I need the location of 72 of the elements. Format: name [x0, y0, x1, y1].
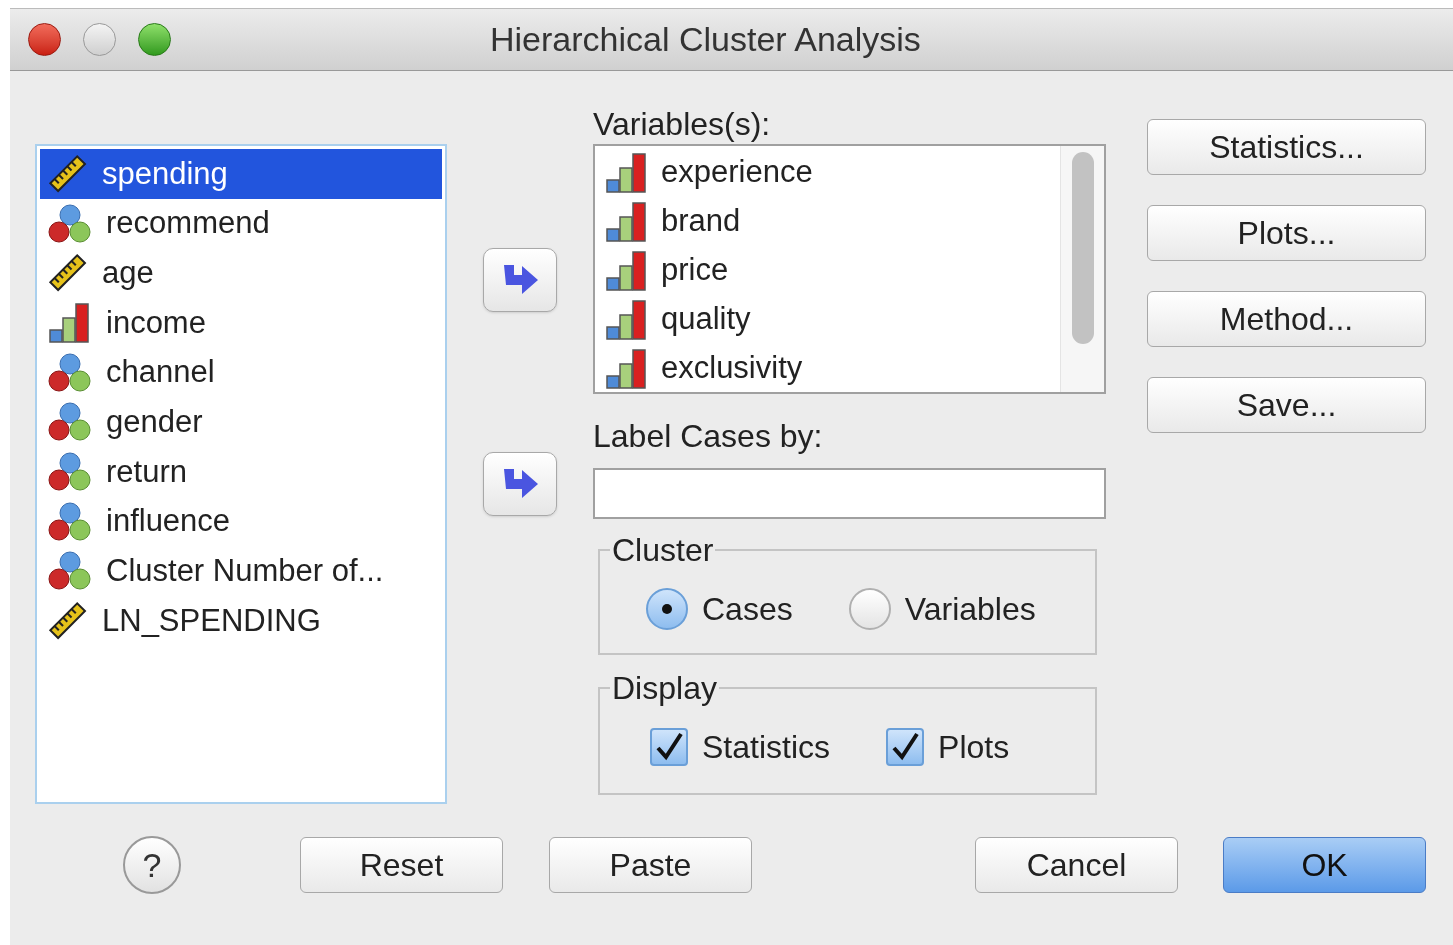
bar-chart-icon [605, 200, 649, 243]
variable-name: age [102, 253, 154, 292]
variable-item[interactable]: LN_SPENDING [40, 596, 442, 646]
variable-item[interactable]: experience [605, 148, 1060, 197]
dialog-button[interactable]: Paste [549, 837, 752, 893]
variable-item[interactable]: spending [40, 149, 442, 199]
variable-name: Cluster Number of... [106, 552, 384, 591]
variable-item[interactable]: channel [40, 347, 442, 398]
checkbox[interactable] [650, 728, 688, 766]
dialog-button[interactable]: Reset [300, 837, 503, 893]
variable-item[interactable]: exclusivity [605, 344, 1060, 393]
radio-label: Cases [702, 590, 793, 629]
variable-name: price [661, 251, 729, 290]
three-balls-icon [48, 351, 92, 394]
dialog-button[interactable]: Plots... [1147, 205, 1426, 261]
checkbox-label: Plots [938, 728, 1010, 767]
bar-chart-icon [605, 151, 649, 194]
dialog-button[interactable]: Statistics... [1147, 119, 1426, 175]
checkbox-label: Statistics [702, 728, 831, 767]
label-cases-label: Label Cases by: [593, 417, 824, 456]
variable-name: brand [661, 202, 741, 241]
variable-item[interactable]: gender [40, 397, 442, 448]
variable-item[interactable]: Cluster Number of... [40, 546, 442, 597]
variable-item[interactable]: price [605, 246, 1060, 295]
bar-chart-icon [605, 249, 649, 292]
variable-name: return [106, 452, 187, 491]
bar-chart-icon [605, 347, 649, 390]
three-balls-icon [48, 550, 92, 593]
group-title: Display [611, 671, 718, 705]
variable-item[interactable]: brand [605, 197, 1060, 246]
variables-label: Variables(s): [593, 106, 772, 142]
three-balls-icon [48, 202, 92, 245]
variable-item[interactable]: return [40, 447, 442, 497]
group-title: Cluster [611, 533, 715, 567]
move-button[interactable] [483, 452, 557, 516]
checkmark-icon [890, 732, 921, 762]
variable-item[interactable]: quality [605, 295, 1060, 344]
three-balls-icon [48, 500, 92, 543]
variable-item[interactable]: recommend [40, 198, 442, 249]
dialog-button[interactable]: Save... [1147, 377, 1426, 433]
variable-name: influence [106, 502, 231, 541]
three-balls-icon [48, 450, 92, 493]
radio-label: Variables [904, 590, 1036, 629]
variable-name: experience [661, 153, 813, 192]
variable-name: spending [102, 154, 228, 193]
zoom-button[interactable] [138, 23, 171, 56]
variable-name: income [106, 303, 206, 342]
bar-chart-icon [48, 301, 92, 344]
variable-name: LN_SPENDING [102, 601, 321, 640]
checkbox[interactable] [886, 728, 925, 766]
bar-chart-icon [605, 298, 649, 341]
scrollbar-thumb[interactable] [1071, 152, 1094, 344]
variable-item[interactable]: age [40, 248, 442, 299]
window-title: Hierarchical Cluster Analysis [490, 19, 921, 60]
radio-button[interactable] [646, 588, 688, 630]
variable-name: recommend [106, 204, 270, 243]
label-cases-field[interactable] [593, 468, 1106, 519]
dialog-button[interactable]: Method... [1147, 291, 1426, 347]
close-button[interactable] [28, 23, 61, 56]
variable-name: exclusivity [661, 349, 803, 388]
move-button[interactable] [483, 248, 557, 312]
ok-button[interactable]: OK [1223, 837, 1426, 893]
radio-button[interactable] [848, 588, 891, 630]
variable-name: channel [106, 353, 215, 392]
three-balls-icon [48, 401, 92, 444]
dialog-button[interactable]: Cancel [975, 837, 1178, 893]
variable-item[interactable]: influence [40, 496, 442, 547]
variable-name: quality [661, 300, 751, 339]
checkmark-icon [654, 732, 684, 762]
help-button[interactable]: ? [123, 836, 181, 894]
variable-item[interactable]: income [40, 298, 442, 348]
variable-name: gender [106, 403, 203, 442]
